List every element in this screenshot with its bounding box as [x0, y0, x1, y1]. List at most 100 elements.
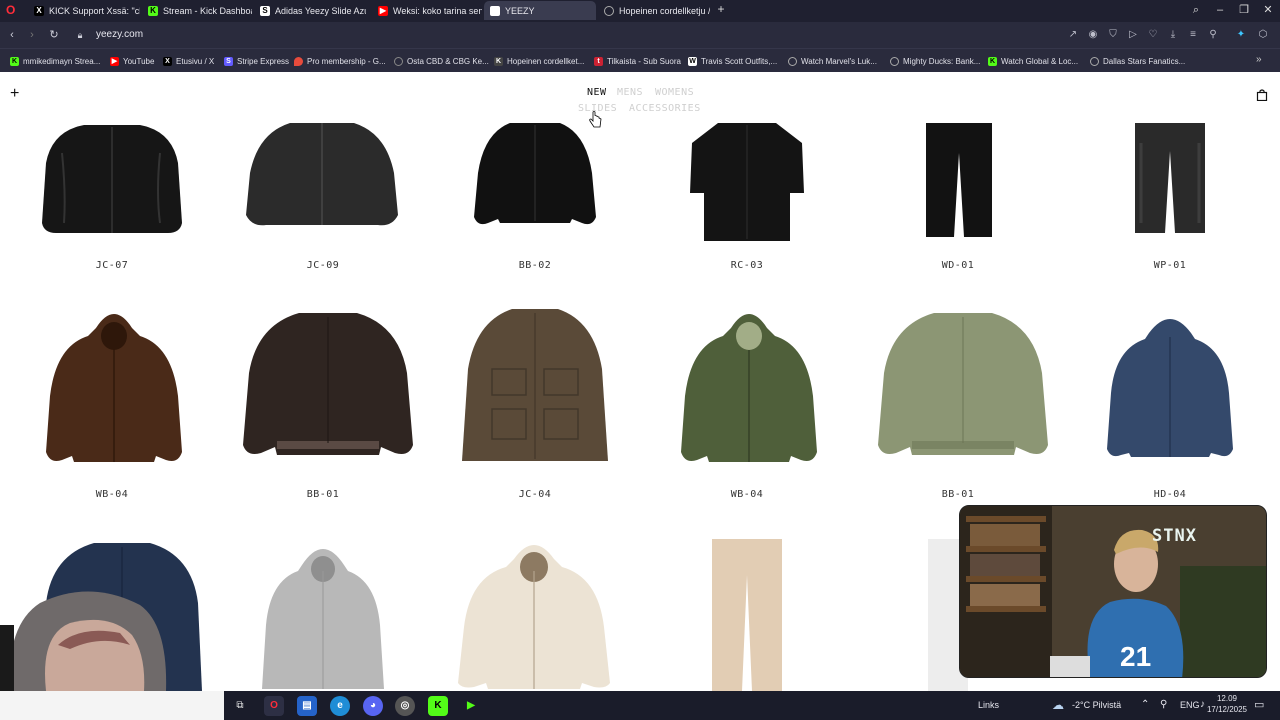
- bookmark-item[interactable]: Dallas Stars Fanatics...: [1090, 54, 1185, 68]
- aria-icon[interactable]: ✦: [1234, 28, 1248, 42]
- product-code[interactable]: BB-02: [475, 260, 595, 271]
- menu-new[interactable]: NEW: [587, 87, 607, 98]
- product-image-hd-04[interactable]: [1107, 313, 1233, 459]
- product-code[interactable]: JC-04: [475, 489, 595, 500]
- minimize-icon[interactable]: –: [1208, 0, 1232, 22]
- profile-icon[interactable]: ⚲: [1206, 28, 1220, 42]
- links-toolbar[interactable]: Links: [978, 700, 999, 710]
- bag-icon[interactable]: [1256, 89, 1268, 101]
- tab-hopeinen[interactable]: Hopeinen cordellketju / 3: [598, 1, 710, 20]
- bookmark-item[interactable]: Watch Marvel's Luk...: [788, 54, 877, 68]
- bookmark-item[interactable]: K Hopeinen cordellket...: [494, 54, 584, 68]
- flow-icon[interactable]: ▷: [1126, 28, 1140, 42]
- bookmark-item[interactable]: Osta CBD & CBG Ke...: [394, 54, 489, 68]
- weather-text[interactable]: -2°C Pilvistä: [1072, 700, 1121, 710]
- product-image-hoodie-grey[interactable]: [262, 541, 384, 689]
- edge-taskbar-icon[interactable]: e: [330, 696, 350, 716]
- url-field[interactable]: yeezy.com: [96, 29, 143, 40]
- product-code[interactable]: JC-09: [263, 260, 383, 271]
- bookmark-item[interactable]: Mighty Ducks: Bank...: [890, 54, 980, 68]
- product-image-jc-07[interactable]: [42, 123, 182, 235]
- tab-weksi[interactable]: ▶ Weksi: koko tarina sen: [372, 1, 482, 20]
- bookmark-item[interactable]: X Etusivu / X: [163, 54, 214, 68]
- clock-time[interactable]: 12.09: [1210, 694, 1244, 703]
- menu-accessories[interactable]: ACCESSORIES: [629, 103, 701, 114]
- folder-taskbar-icon[interactable]: ▤: [297, 696, 317, 716]
- product-image-bb-01-olive[interactable]: [878, 313, 1048, 457]
- shield-icon[interactable]: ⛉: [1106, 28, 1120, 42]
- product-image-wp-01[interactable]: [1135, 123, 1205, 233]
- x-icon: X: [163, 56, 172, 66]
- kt-icon: K: [494, 56, 503, 66]
- share-icon[interactable]: ↗: [1066, 28, 1080, 42]
- tab-adidas-yeezy[interactable]: S Adidas Yeezy Slide Azure: [254, 1, 366, 20]
- bookmarks-overflow-icon[interactable]: »: [1256, 54, 1262, 65]
- forward-arrow-icon[interactable]: ›: [24, 27, 40, 43]
- discord-taskbar-icon[interactable]: ◕: [363, 696, 383, 716]
- task-view-icon[interactable]: ⧉: [230, 696, 250, 716]
- obs-taskbar-icon[interactable]: ◎: [395, 696, 415, 716]
- bookmark-item[interactable]: t Tilkaista - Sub Suora: [594, 54, 681, 68]
- product-image-wb-04[interactable]: [46, 306, 182, 464]
- chevron-up-icon[interactable]: ⌃: [1141, 699, 1149, 710]
- product-code[interactable]: WB-04: [687, 489, 807, 500]
- tab-yeezy[interactable]: YEEZY: [484, 1, 596, 20]
- new-tab-plus-icon[interactable]: +: [714, 2, 728, 18]
- camera-icon[interactable]: ◉: [1086, 28, 1100, 42]
- hand-cursor-icon: [589, 111, 602, 128]
- search-box[interactable]: [0, 691, 224, 720]
- clock-date[interactable]: 17/12/2025: [1200, 705, 1254, 714]
- bookmark-item[interactable]: S Stripe Express: [224, 54, 289, 68]
- product-code[interactable]: WP-01: [1110, 260, 1230, 271]
- svg-text:21: 21: [1120, 641, 1151, 672]
- product-image-jc-04[interactable]: [462, 309, 608, 461]
- bookmark-item[interactable]: K Watch Global & Loc...: [988, 54, 1078, 68]
- menu-mens[interactable]: MENS: [617, 87, 643, 98]
- opera-taskbar-icon[interactable]: O: [264, 696, 284, 716]
- plus-menu-icon[interactable]: +: [10, 86, 19, 102]
- product-image-bb-01[interactable]: [243, 313, 413, 457]
- address-bar-row: ‹ › ↻ 🔒︎ yeezy.com ↗ ◉ ⛉ ▷ ♡ ⤓ ≡ ⚲ ✦ ⬡: [0, 22, 1280, 48]
- product-code[interactable]: JC-07: [52, 260, 172, 271]
- product-image-jc-09[interactable]: [246, 123, 398, 227]
- product-image-wb-04-green[interactable]: [681, 306, 817, 464]
- restore-icon[interactable]: ❐: [1232, 0, 1256, 22]
- product-image-pants-beige[interactable]: [712, 539, 782, 691]
- product-image-hooded-cream[interactable]: [458, 537, 610, 689]
- opera-logo-icon[interactable]: O: [6, 3, 18, 18]
- search-tabs-icon[interactable]: ⌕: [1184, 0, 1208, 22]
- tab-kick-support[interactable]: X KICK Support Xssä: "check: [28, 1, 140, 20]
- tab-kick-dashboard[interactable]: K Stream - Kick Dashboard: [142, 1, 252, 20]
- product-code[interactable]: BB-01: [898, 489, 1018, 500]
- bookmark-item[interactable]: ▶ YouTube: [110, 54, 154, 68]
- download-icon[interactable]: ⤓: [1166, 28, 1180, 42]
- kick-icon: K: [988, 56, 997, 66]
- language-indicator[interactable]: ENG: [1180, 700, 1200, 710]
- notification-icon[interactable]: ▭: [1254, 698, 1264, 711]
- product-image-rc-03[interactable]: [690, 123, 804, 241]
- product-image-bb-02[interactable]: [474, 123, 596, 227]
- back-arrow-icon[interactable]: ‹: [4, 27, 20, 43]
- webcam-podcast-image: 21: [960, 506, 1266, 677]
- menu-icon[interactable]: ≡: [1186, 28, 1200, 42]
- network-icon[interactable]: ⚲: [1160, 699, 1167, 710]
- bookmark-item[interactable]: W Travis Scott Outfits,...: [688, 54, 777, 68]
- bookmarks-bar: K mmikedimayn Strea... ▶ YouTube X Etusi…: [0, 48, 1280, 72]
- extensions-icon[interactable]: ⬡: [1256, 28, 1270, 42]
- product-code[interactable]: HD-04: [1110, 489, 1230, 500]
- product-code[interactable]: RC-03: [687, 260, 807, 271]
- product-code[interactable]: WB-04: [52, 489, 172, 500]
- product-code[interactable]: WD-01: [898, 260, 1018, 271]
- heart-icon[interactable]: ♡: [1146, 28, 1160, 42]
- kick-taskbar-icon[interactable]: K: [428, 696, 448, 716]
- s-icon: S: [260, 5, 270, 16]
- bookmark-item[interactable]: K mmikedimayn Strea...: [10, 54, 100, 68]
- stream-taskbar-icon[interactable]: ▶: [461, 696, 481, 716]
- bookmark-item[interactable]: Pro membership - G...: [294, 54, 386, 68]
- menu-womens[interactable]: WOMENS: [655, 87, 694, 98]
- product-code[interactable]: BB-01: [263, 489, 383, 500]
- lock-icon: 🔒︎: [77, 30, 83, 40]
- reload-icon[interactable]: ↻: [46, 27, 62, 43]
- product-image-wd-01[interactable]: [926, 123, 992, 237]
- close-window-icon[interactable]: ✕: [1256, 0, 1280, 22]
